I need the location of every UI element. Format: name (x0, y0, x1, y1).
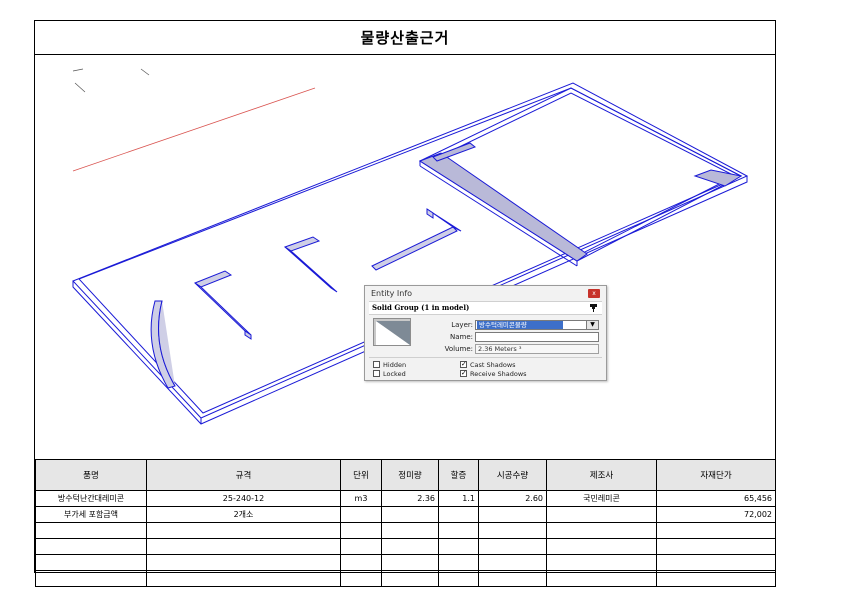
cell-empty (478, 570, 547, 587)
model-drawing[interactable]: Entity Info x Solid Group (1 in model) L… (35, 55, 775, 459)
cast-shadows-checkbox[interactable]: ✓ (460, 361, 467, 368)
cell-empty (438, 538, 479, 555)
table-row (35, 570, 776, 587)
cell-empty (478, 554, 547, 571)
guide-mark (72, 68, 84, 72)
guide-mark (74, 82, 86, 93)
cell-empty (656, 538, 776, 555)
layer-label: Layer: (451, 321, 473, 329)
quantity-table: 품명 규격 단위 정미량 할증 시공수량 제조사 자재단가 방수턱난간대레미콘 … (35, 459, 776, 587)
layer-value: 방수턱레미콘물량 (477, 321, 563, 329)
cell-construction-quantity: 2.60 (478, 490, 547, 507)
cell-unit (340, 506, 382, 523)
header-unit: 단위 (340, 459, 382, 491)
cell-surcharge (438, 506, 479, 523)
name-input[interactable] (475, 332, 599, 342)
entity-info-dialog[interactable]: Entity Info x Solid Group (1 in model) L… (364, 285, 607, 381)
cell-spec: 25-240-12 (146, 490, 341, 507)
table-row: 방수턱난간대레미콘 25-240-12 m3 2.36 1.1 2.60 국민레… (35, 490, 776, 507)
cell-empty (546, 570, 657, 587)
cell-empty (146, 522, 341, 539)
pin-icon[interactable] (589, 303, 598, 312)
model-viewport[interactable] (35, 55, 775, 459)
cell-empty (35, 538, 147, 555)
cell-net-quantity (381, 506, 439, 523)
name-label: Name: (449, 333, 473, 341)
cell-empty (546, 538, 657, 555)
cell-empty (35, 522, 147, 539)
volume-label: Volume: (444, 345, 473, 353)
guide-mark (140, 68, 150, 76)
cell-empty (656, 570, 776, 587)
header-manufacturer: 제조사 (546, 459, 657, 491)
cell-empty (438, 522, 479, 539)
entity-header: Solid Group (1 in model) (369, 301, 602, 315)
locked-checkbox[interactable] (373, 370, 380, 377)
header-net-quantity: 정미량 (381, 459, 439, 491)
cell-empty (438, 570, 479, 587)
receive-shadows-checkbox[interactable]: ✓ (460, 370, 467, 377)
header-spec: 규격 (146, 459, 341, 491)
cell-empty (146, 570, 341, 587)
cell-empty (340, 538, 382, 555)
cell-empty (340, 570, 382, 587)
cell-empty (381, 554, 439, 571)
cell-item-name: 부가세 포함금액 (35, 506, 147, 523)
cell-empty (340, 522, 382, 539)
dialog-divider (369, 357, 602, 358)
cell-empty (381, 570, 439, 587)
document-sheet: 물량산출근거 Entity Info x Solid Group (1 in m… (34, 20, 776, 587)
cell-empty (381, 522, 439, 539)
header-material-price: 자재단가 (656, 459, 776, 491)
cell-unit: m3 (340, 490, 382, 507)
cell-empty (381, 538, 439, 555)
solid-preview-icon (376, 321, 410, 345)
cell-manufacturer (546, 506, 657, 523)
cell-surcharge: 1.1 (438, 490, 479, 507)
cell-empty (656, 522, 776, 539)
entity-type-label: Solid Group (1 in model) (372, 303, 470, 312)
close-button[interactable]: x (588, 289, 600, 298)
cell-empty (438, 554, 479, 571)
cell-item-name: 방수턱난간대레미콘 (35, 490, 147, 507)
cell-empty (146, 554, 341, 571)
page-title: 물량산출근거 (35, 21, 775, 55)
red-axis-line (72, 87, 316, 172)
layer-select[interactable]: 방수턱레미콘물량 ▼ (475, 320, 599, 330)
cast-shadows-label: Cast Shadows (470, 361, 516, 369)
table-row (35, 554, 776, 571)
cell-empty (546, 554, 657, 571)
cell-empty (35, 570, 147, 587)
entity-thumbnail (373, 318, 411, 346)
table-row: 부가세 포함금액 2개소 72,002 (35, 506, 776, 523)
cell-net-quantity: 2.36 (381, 490, 439, 507)
cell-empty (146, 538, 341, 555)
cell-material-price: 72,002 (656, 506, 776, 523)
volume-value: 2.36 Meters ³ (475, 344, 599, 354)
header-construction-quantity: 시공수량 (478, 459, 547, 491)
locked-label: Locked (383, 370, 406, 378)
cell-empty (478, 522, 547, 539)
cell-empty (478, 538, 547, 555)
cell-empty (340, 554, 382, 571)
table-header-row: 품명 규격 단위 정미량 할증 시공수량 제조사 자재단가 (35, 459, 776, 491)
dialog-title: Entity Info (371, 289, 413, 298)
header-item-name: 품명 (35, 459, 147, 491)
header-surcharge: 할증 (438, 459, 479, 491)
chevron-down-icon[interactable]: ▼ (586, 321, 598, 329)
hidden-checkbox[interactable] (373, 361, 380, 368)
cell-empty (656, 554, 776, 571)
receive-shadows-label: Receive Shadows (470, 370, 527, 378)
cell-manufacturer: 국민레미콘 (546, 490, 657, 507)
cell-empty (35, 554, 147, 571)
table-row (35, 538, 776, 555)
cell-construction-quantity (478, 506, 547, 523)
cell-empty (546, 522, 657, 539)
table-row (35, 522, 776, 539)
hidden-label: Hidden (383, 361, 407, 369)
cell-spec: 2개소 (146, 506, 341, 523)
cell-material-price: 65,456 (656, 490, 776, 507)
